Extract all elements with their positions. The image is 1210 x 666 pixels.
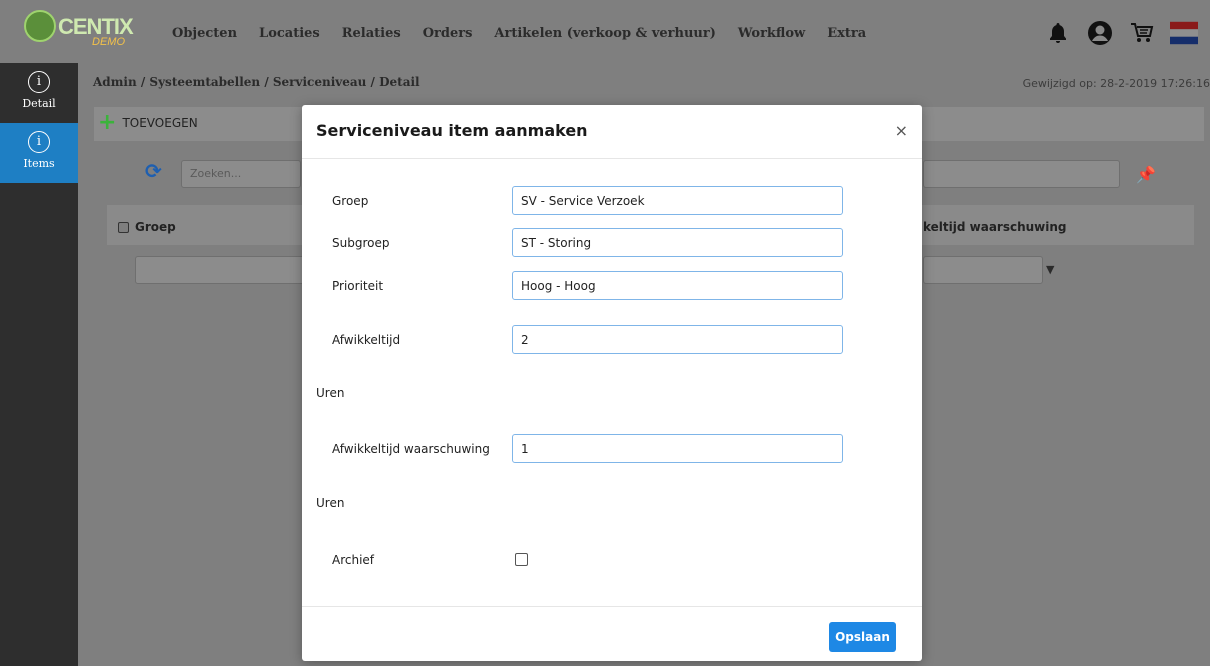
centix-logo[interactable]: CENTIX DEMO <box>24 10 144 50</box>
menu-item-objecten[interactable]: Objecten <box>172 26 237 41</box>
nav-icon-group <box>1044 20 1198 46</box>
resolution-time-unit: Uren <box>316 386 345 400</box>
flag-nl-icon[interactable] <box>1170 20 1198 46</box>
filter-icon[interactable]: ▼ <box>1046 263 1054 276</box>
subgroup-field[interactable] <box>512 228 843 257</box>
grid-header-group: Groep <box>118 220 176 234</box>
info-icon: i <box>28 131 50 153</box>
user-avatar-icon[interactable] <box>1086 20 1114 46</box>
modal-title: Serviceniveau item aanmaken <box>316 121 588 140</box>
sidebar-item-items[interactable]: i Items <box>0 123 78 183</box>
menu-item-workflow[interactable]: Workflow <box>738 26 805 41</box>
search-input[interactable]: Zoeken... <box>181 160 301 188</box>
logo-demo-label: DEMO <box>92 36 125 48</box>
save-button[interactable]: Opslaan <box>829 622 896 652</box>
modified-timestamp: Gewijzigd op: 28-2-2019 17:26:16 <box>1022 77 1210 90</box>
search-input-extension[interactable] <box>923 160 1120 188</box>
filter-input-group[interactable] <box>135 256 305 284</box>
group-field[interactable] <box>512 186 843 215</box>
create-item-modal: Serviceniveau item aanmaken × Groep Subg… <box>302 105 922 661</box>
archive-checkbox[interactable] <box>515 553 528 566</box>
logo-mark <box>24 10 56 42</box>
add-button-label: TOEVOEGEN <box>122 116 198 130</box>
modal-footer: Opslaan <box>302 606 922 661</box>
sidebar-item-detail[interactable]: i Detail <box>0 63 78 123</box>
bell-icon[interactable] <box>1044 20 1072 46</box>
subgroup-label: Subgroep <box>332 236 390 250</box>
menu-item-extra[interactable]: Extra <box>827 26 866 41</box>
close-icon[interactable]: × <box>895 121 908 140</box>
breadcrumb: Admin / Systeemtabellen / Serviceniveau … <box>93 75 420 89</box>
filter-input-warning[interactable] <box>923 256 1043 284</box>
sidebar: i Detail i Items <box>0 63 78 666</box>
column-header-warning[interactable]: keltijd waarschuwing <box>923 220 1067 234</box>
archive-label: Archief <box>332 553 375 567</box>
info-icon: i <box>28 71 50 93</box>
pin-icon[interactable]: 📌 <box>1136 165 1156 184</box>
warning-time-field[interactable] <box>512 434 843 463</box>
resolution-time-label: Afwikkeltijd <box>332 333 401 347</box>
resolution-time-field[interactable] <box>512 325 843 354</box>
plus-icon: + <box>98 110 117 135</box>
menu-item-locaties[interactable]: Locaties <box>259 26 320 41</box>
priority-label: Prioriteit <box>332 279 384 293</box>
sidebar-item-label: Items <box>23 157 55 170</box>
sidebar-item-label: Detail <box>22 97 56 110</box>
menu-item-relaties[interactable]: Relaties <box>342 26 401 41</box>
warning-time-label: Afwikkeltijd waarschuwing <box>332 442 490 456</box>
top-navbar: CENTIX DEMO Objecten Locaties Relaties O… <box>0 0 1210 63</box>
column-header-group[interactable]: Groep <box>135 220 176 234</box>
group-label: Groep <box>332 194 369 208</box>
menu-item-orders[interactable]: Orders <box>423 26 473 41</box>
menu-item-artikelen[interactable]: Artikelen (verkoop & verhuur) <box>494 26 715 41</box>
refresh-icon[interactable]: ⟳ <box>145 159 162 183</box>
priority-field[interactable] <box>512 271 843 300</box>
main-menu: Objecten Locaties Relaties Orders Artike… <box>172 26 888 41</box>
warning-time-unit: Uren <box>316 496 345 510</box>
cart-icon[interactable] <box>1128 20 1156 46</box>
modal-header: Serviceniveau item aanmaken × <box>302 105 922 159</box>
select-all-checkbox[interactable] <box>118 221 129 233</box>
add-button[interactable]: + TOEVOEGEN <box>98 110 198 135</box>
